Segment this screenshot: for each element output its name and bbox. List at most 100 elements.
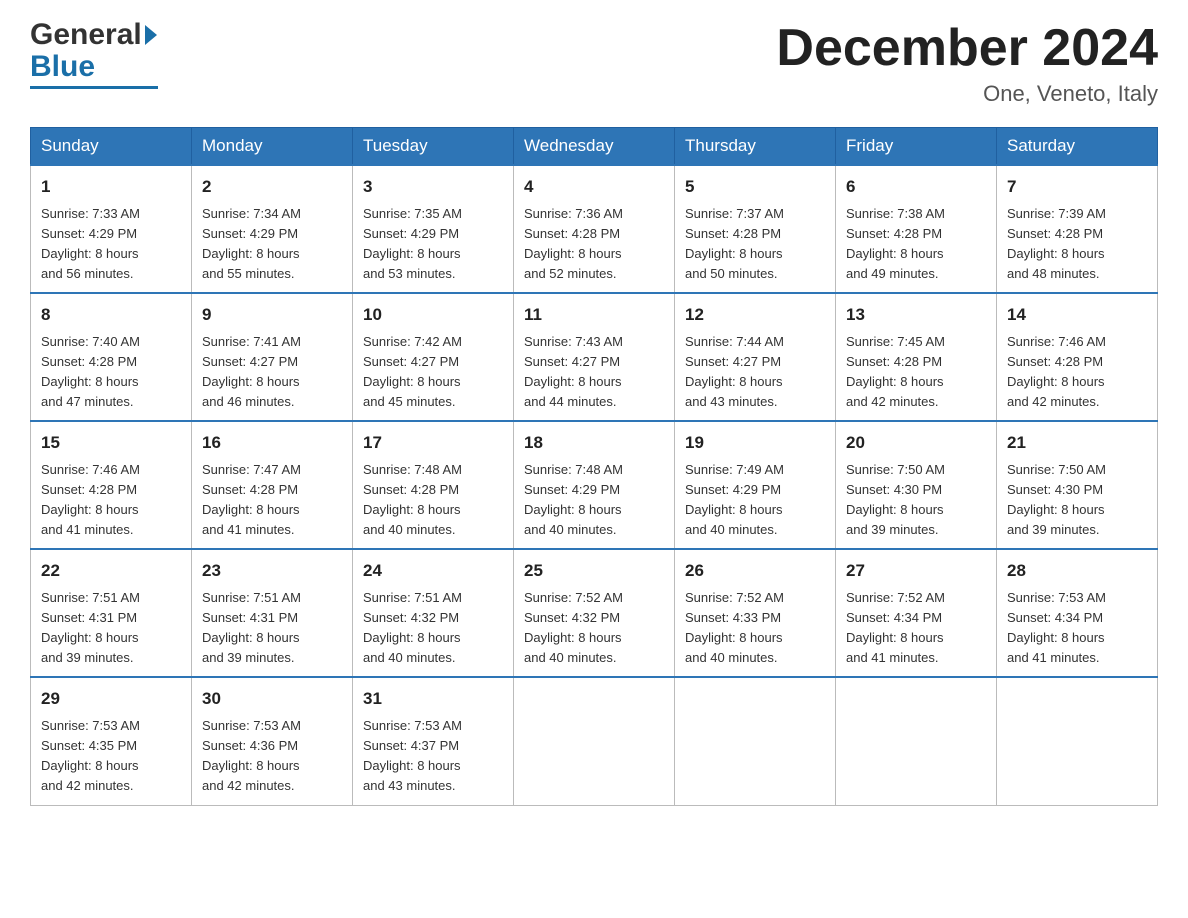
day-number: 21 [1007, 430, 1147, 456]
table-row: 18 Sunrise: 7:48 AMSunset: 4:29 PMDaylig… [514, 421, 675, 549]
calendar-header-row: Sunday Monday Tuesday Wednesday Thursday… [31, 128, 1158, 166]
table-row: 8 Sunrise: 7:40 AMSunset: 4:28 PMDayligh… [31, 293, 192, 421]
logo-line [30, 86, 158, 89]
col-thursday: Thursday [675, 128, 836, 166]
day-info: Sunrise: 7:47 AMSunset: 4:28 PMDaylight:… [202, 462, 301, 537]
day-number: 26 [685, 558, 825, 584]
table-row: 9 Sunrise: 7:41 AMSunset: 4:27 PMDayligh… [192, 293, 353, 421]
table-row: 25 Sunrise: 7:52 AMSunset: 4:32 PMDaylig… [514, 549, 675, 677]
day-number: 2 [202, 174, 342, 200]
day-info: Sunrise: 7:51 AMSunset: 4:31 PMDaylight:… [202, 590, 301, 665]
day-number: 6 [846, 174, 986, 200]
calendar-week-row: 29 Sunrise: 7:53 AMSunset: 4:35 PMDaylig… [31, 677, 1158, 805]
day-number: 24 [363, 558, 503, 584]
table-row: 21 Sunrise: 7:50 AMSunset: 4:30 PMDaylig… [997, 421, 1158, 549]
table-row: 26 Sunrise: 7:52 AMSunset: 4:33 PMDaylig… [675, 549, 836, 677]
table-row: 20 Sunrise: 7:50 AMSunset: 4:30 PMDaylig… [836, 421, 997, 549]
day-number: 10 [363, 302, 503, 328]
table-row [514, 677, 675, 805]
day-info: Sunrise: 7:40 AMSunset: 4:28 PMDaylight:… [41, 334, 140, 409]
table-row: 24 Sunrise: 7:51 AMSunset: 4:32 PMDaylig… [353, 549, 514, 677]
location-text: One, Veneto, Italy [776, 81, 1158, 107]
table-row: 10 Sunrise: 7:42 AMSunset: 4:27 PMDaylig… [353, 293, 514, 421]
day-info: Sunrise: 7:43 AMSunset: 4:27 PMDaylight:… [524, 334, 623, 409]
table-row: 19 Sunrise: 7:49 AMSunset: 4:29 PMDaylig… [675, 421, 836, 549]
calendar-week-row: 22 Sunrise: 7:51 AMSunset: 4:31 PMDaylig… [31, 549, 1158, 677]
table-row: 13 Sunrise: 7:45 AMSunset: 4:28 PMDaylig… [836, 293, 997, 421]
day-number: 28 [1007, 558, 1147, 584]
logo-blue-word: Blue [30, 50, 95, 84]
day-number: 8 [41, 302, 181, 328]
table-row: 31 Sunrise: 7:53 AMSunset: 4:37 PMDaylig… [353, 677, 514, 805]
day-number: 4 [524, 174, 664, 200]
table-row: 1 Sunrise: 7:33 AMSunset: 4:29 PMDayligh… [31, 165, 192, 293]
day-number: 22 [41, 558, 181, 584]
table-row: 6 Sunrise: 7:38 AMSunset: 4:28 PMDayligh… [836, 165, 997, 293]
table-row: 5 Sunrise: 7:37 AMSunset: 4:28 PMDayligh… [675, 165, 836, 293]
day-info: Sunrise: 7:53 AMSunset: 4:36 PMDaylight:… [202, 718, 301, 793]
day-info: Sunrise: 7:53 AMSunset: 4:34 PMDaylight:… [1007, 590, 1106, 665]
table-row: 28 Sunrise: 7:53 AMSunset: 4:34 PMDaylig… [997, 549, 1158, 677]
day-info: Sunrise: 7:48 AMSunset: 4:28 PMDaylight:… [363, 462, 462, 537]
day-number: 19 [685, 430, 825, 456]
col-wednesday: Wednesday [514, 128, 675, 166]
table-row [836, 677, 997, 805]
day-number: 25 [524, 558, 664, 584]
day-info: Sunrise: 7:35 AMSunset: 4:29 PMDaylight:… [363, 206, 462, 281]
day-number: 3 [363, 174, 503, 200]
day-number: 29 [41, 686, 181, 712]
table-row: 27 Sunrise: 7:52 AMSunset: 4:34 PMDaylig… [836, 549, 997, 677]
col-saturday: Saturday [997, 128, 1158, 166]
day-number: 13 [846, 302, 986, 328]
day-info: Sunrise: 7:46 AMSunset: 4:28 PMDaylight:… [1007, 334, 1106, 409]
day-number: 12 [685, 302, 825, 328]
table-row: 14 Sunrise: 7:46 AMSunset: 4:28 PMDaylig… [997, 293, 1158, 421]
col-monday: Monday [192, 128, 353, 166]
day-info: Sunrise: 7:42 AMSunset: 4:27 PMDaylight:… [363, 334, 462, 409]
day-info: Sunrise: 7:33 AMSunset: 4:29 PMDaylight:… [41, 206, 140, 281]
day-info: Sunrise: 7:51 AMSunset: 4:31 PMDaylight:… [41, 590, 140, 665]
day-info: Sunrise: 7:48 AMSunset: 4:29 PMDaylight:… [524, 462, 623, 537]
table-row: 16 Sunrise: 7:47 AMSunset: 4:28 PMDaylig… [192, 421, 353, 549]
col-tuesday: Tuesday [353, 128, 514, 166]
calendar-week-row: 1 Sunrise: 7:33 AMSunset: 4:29 PMDayligh… [31, 165, 1158, 293]
day-number: 15 [41, 430, 181, 456]
calendar-week-row: 8 Sunrise: 7:40 AMSunset: 4:28 PMDayligh… [31, 293, 1158, 421]
day-number: 23 [202, 558, 342, 584]
table-row: 29 Sunrise: 7:53 AMSunset: 4:35 PMDaylig… [31, 677, 192, 805]
logo-arrow-icon [145, 25, 157, 45]
day-number: 5 [685, 174, 825, 200]
day-number: 9 [202, 302, 342, 328]
table-row: 4 Sunrise: 7:36 AMSunset: 4:28 PMDayligh… [514, 165, 675, 293]
table-row: 3 Sunrise: 7:35 AMSunset: 4:29 PMDayligh… [353, 165, 514, 293]
table-row [997, 677, 1158, 805]
day-info: Sunrise: 7:50 AMSunset: 4:30 PMDaylight:… [1007, 462, 1106, 537]
day-number: 1 [41, 174, 181, 200]
day-number: 7 [1007, 174, 1147, 200]
table-row: 17 Sunrise: 7:48 AMSunset: 4:28 PMDaylig… [353, 421, 514, 549]
day-info: Sunrise: 7:41 AMSunset: 4:27 PMDaylight:… [202, 334, 301, 409]
day-info: Sunrise: 7:44 AMSunset: 4:27 PMDaylight:… [685, 334, 784, 409]
col-friday: Friday [836, 128, 997, 166]
page-header: General Blue December 2024 One, Veneto, … [30, 20, 1158, 107]
day-info: Sunrise: 7:38 AMSunset: 4:28 PMDaylight:… [846, 206, 945, 281]
day-info: Sunrise: 7:52 AMSunset: 4:34 PMDaylight:… [846, 590, 945, 665]
day-info: Sunrise: 7:46 AMSunset: 4:28 PMDaylight:… [41, 462, 140, 537]
col-sunday: Sunday [31, 128, 192, 166]
day-info: Sunrise: 7:53 AMSunset: 4:37 PMDaylight:… [363, 718, 462, 793]
day-number: 17 [363, 430, 503, 456]
day-number: 30 [202, 686, 342, 712]
table-row: 2 Sunrise: 7:34 AMSunset: 4:29 PMDayligh… [192, 165, 353, 293]
table-row: 23 Sunrise: 7:51 AMSunset: 4:31 PMDaylig… [192, 549, 353, 677]
table-row: 30 Sunrise: 7:53 AMSunset: 4:36 PMDaylig… [192, 677, 353, 805]
month-title: December 2024 [776, 20, 1158, 77]
table-row [675, 677, 836, 805]
table-row: 22 Sunrise: 7:51 AMSunset: 4:31 PMDaylig… [31, 549, 192, 677]
logo-text: General [30, 20, 142, 50]
day-number: 18 [524, 430, 664, 456]
table-row: 7 Sunrise: 7:39 AMSunset: 4:28 PMDayligh… [997, 165, 1158, 293]
day-info: Sunrise: 7:39 AMSunset: 4:28 PMDaylight:… [1007, 206, 1106, 281]
logo: General Blue [30, 20, 158, 89]
day-number: 16 [202, 430, 342, 456]
day-info: Sunrise: 7:51 AMSunset: 4:32 PMDaylight:… [363, 590, 462, 665]
